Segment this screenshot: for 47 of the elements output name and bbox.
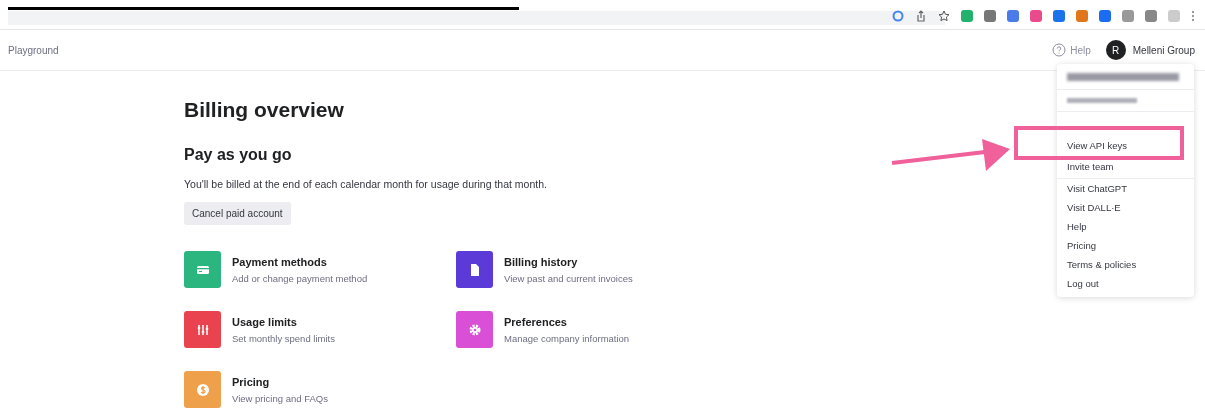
menu-item[interactable]: Invite team <box>1057 155 1194 178</box>
card-title[interactable]: Pricing <box>232 375 328 388</box>
plan-title: Pay as you go <box>184 146 292 164</box>
dollar-icon <box>195 382 210 397</box>
avatar[interactable]: R <box>1105 40 1126 60</box>
menu-item[interactable]: Terms & policies <box>1057 255 1194 274</box>
extension-icon[interactable] <box>1145 10 1157 22</box>
plan-description: You'll be billed at the end of each calendar month for usage during that month. <box>184 178 547 190</box>
share-icon[interactable] <box>915 10 927 22</box>
organization-name[interactable]: Melleni Group <box>1132 44 1195 56</box>
card-tile[interactable] <box>184 251 221 288</box>
card-subtitle: Set monthly spend limits <box>232 332 335 344</box>
gear-tile[interactable] <box>456 311 493 348</box>
card-subtitle: Manage company information <box>504 332 630 344</box>
card-subtitle: Add or change payment method <box>232 272 368 284</box>
extension-icon[interactable] <box>1053 10 1065 22</box>
menu-item[interactable]: Pricing <box>1057 236 1194 255</box>
menu-item[interactable]: View API keys <box>1057 136 1194 155</box>
menu-item[interactable]: Log out <box>1057 274 1194 293</box>
page-title: Billing overview <box>184 98 344 122</box>
document-tile[interactable] <box>456 251 493 288</box>
menu-item[interactable]: Visit DALL·E <box>1057 198 1194 217</box>
extension-icon[interactable] <box>1122 10 1134 22</box>
dollar-tile[interactable] <box>184 371 221 408</box>
cancel-account-button[interactable]: Cancel paid account <box>184 202 291 225</box>
extension-icon[interactable] <box>1030 10 1042 22</box>
card-subtitle: View pricing and FAQs <box>232 392 328 404</box>
card-title[interactable]: Payment methods <box>232 255 368 268</box>
card-title[interactable]: Preferences <box>504 315 630 328</box>
extension-icon[interactable] <box>961 10 973 22</box>
extension-icon[interactable] <box>1007 10 1019 22</box>
extension-icon[interactable] <box>984 10 996 22</box>
help-icon <box>1052 43 1067 57</box>
card-title[interactable]: Billing history <box>504 255 633 268</box>
blurred-text <box>1067 98 1137 103</box>
app-title[interactable]: Playground <box>8 44 59 56</box>
card-title[interactable]: Usage limits <box>232 315 335 328</box>
sliders-icon <box>195 322 210 337</box>
extension-icon[interactable] <box>1076 10 1088 22</box>
more-icon[interactable] <box>1191 10 1195 22</box>
extension-icon[interactable] <box>1099 10 1111 22</box>
menu-item[interactable]: Help <box>1057 217 1194 236</box>
menu-item[interactable]: Visit ChatGPT <box>1057 179 1194 198</box>
sliders-tile[interactable] <box>184 311 221 348</box>
star-icon[interactable] <box>938 10 950 22</box>
card-subtitle: View past and current invoices <box>504 272 633 284</box>
gear-icon <box>467 322 482 337</box>
